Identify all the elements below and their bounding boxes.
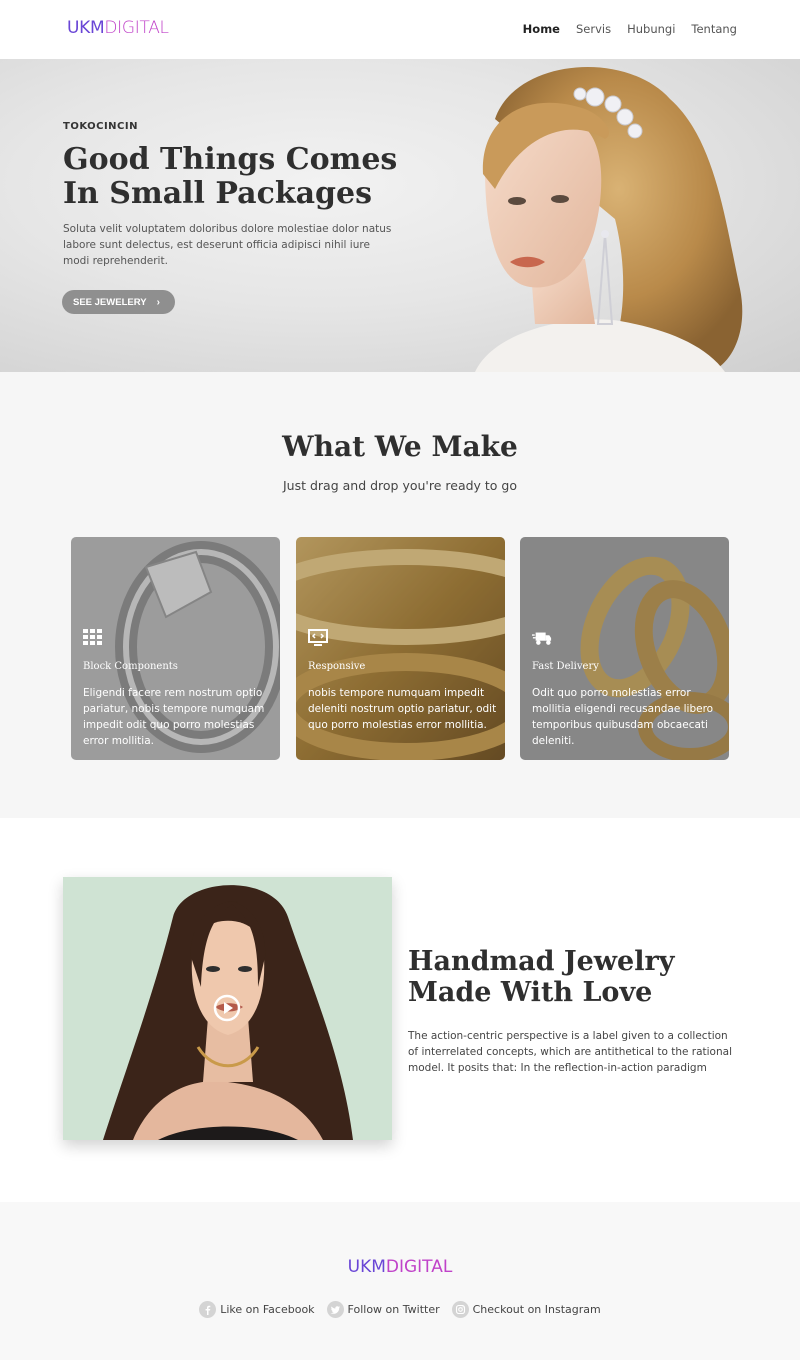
instagram-icon — [451, 1301, 469, 1318]
instagram-link[interactable]: Checkout on Instagram — [451, 1301, 601, 1318]
video-thumbnail[interactable] — [63, 877, 392, 1140]
facebook-icon — [199, 1301, 217, 1318]
facebook-label: Like on Facebook — [220, 1303, 315, 1316]
chevron-right-icon: › — [156, 296, 160, 308]
hero-section: TOKOCINCIN Good Things Comes In Small Pa… — [0, 59, 800, 372]
see-jewelery-button[interactable]: SEE JEWELERY › — [62, 290, 175, 314]
feature-card-block-components[interactable]: Block Components Eligendi facere rem nos… — [71, 537, 280, 760]
footer-logo-secondary: DIGITAL — [385, 1257, 453, 1277]
top-navbar: UKMDIGITAL Home Servis Hubungi Tentang — [0, 0, 800, 59]
section-subtitle: Just drag and drop you're ready to go — [282, 478, 518, 493]
twitter-icon — [326, 1301, 344, 1318]
monitor-code-icon — [308, 629, 328, 646]
logo[interactable]: UKMDIGITAL — [67, 18, 169, 38]
card-title: Block Components — [83, 661, 178, 672]
card-text: Eligendi facere rem nostrum optio pariat… — [83, 687, 265, 747]
nav-link-servis[interactable]: Servis — [576, 22, 611, 36]
hero-model-image — [475, 66, 743, 372]
card-title: Responsive — [308, 661, 366, 672]
nav-link-hubungi[interactable]: Hubungi — [627, 22, 675, 36]
handmade-text: The action-centric perspective is a labe… — [408, 1030, 732, 1074]
card-title: Fast Delivery — [532, 661, 599, 672]
grid-icon — [83, 629, 102, 645]
nav-link-home[interactable]: Home — [523, 22, 560, 36]
instagram-label: Checkout on Instagram — [472, 1303, 601, 1316]
feature-card-responsive[interactable]: Responsive nobis tempore numquam impedit… — [296, 537, 505, 760]
handmade-section: Handmad Jewelry Made With Love The actio… — [0, 818, 800, 1202]
hero-kicker: TOKOCINCIN — [63, 121, 138, 132]
truck-icon — [532, 632, 552, 645]
card-text: Odit quo porro molestias error mollitia … — [532, 687, 714, 747]
facebook-link[interactable]: Like on Facebook — [199, 1301, 315, 1318]
nav-links: Home Servis Hubungi Tentang — [523, 22, 737, 36]
handmade-title: Handmad Jewelry Made With Love — [408, 946, 675, 1008]
play-icon[interactable] — [213, 994, 241, 1022]
footer: UKMDIGITAL Like on Facebook Follow on Tw… — [0, 1202, 800, 1360]
see-jewelery-label: SEE JEWELERY — [73, 296, 147, 308]
card-text: nobis tempore numquam impedit deleniti n… — [308, 687, 497, 731]
twitter-link[interactable]: Follow on Twitter — [326, 1301, 440, 1318]
nav-link-tentang[interactable]: Tentang — [691, 22, 737, 36]
hero-text: Soluta velit voluptatem doloribus dolore… — [63, 223, 392, 267]
feature-card-fast-delivery[interactable]: Fast Delivery Odit quo porro molestias e… — [520, 537, 729, 760]
section-title: What We Make — [282, 430, 518, 463]
social-links: Like on Facebook Follow on Twitter Check… — [0, 1301, 800, 1318]
twitter-label: Follow on Twitter — [347, 1303, 440, 1316]
footer-logo-primary: UKM — [347, 1257, 386, 1277]
hero-title: Good Things Comes In Small Packages — [63, 142, 398, 211]
logo-primary: UKM — [67, 18, 105, 38]
what-we-make-section: What We Make Just drag and drop you're r… — [0, 372, 800, 818]
logo-secondary: DIGITAL — [104, 18, 169, 38]
footer-logo[interactable]: UKMDIGITAL — [0, 1257, 800, 1277]
